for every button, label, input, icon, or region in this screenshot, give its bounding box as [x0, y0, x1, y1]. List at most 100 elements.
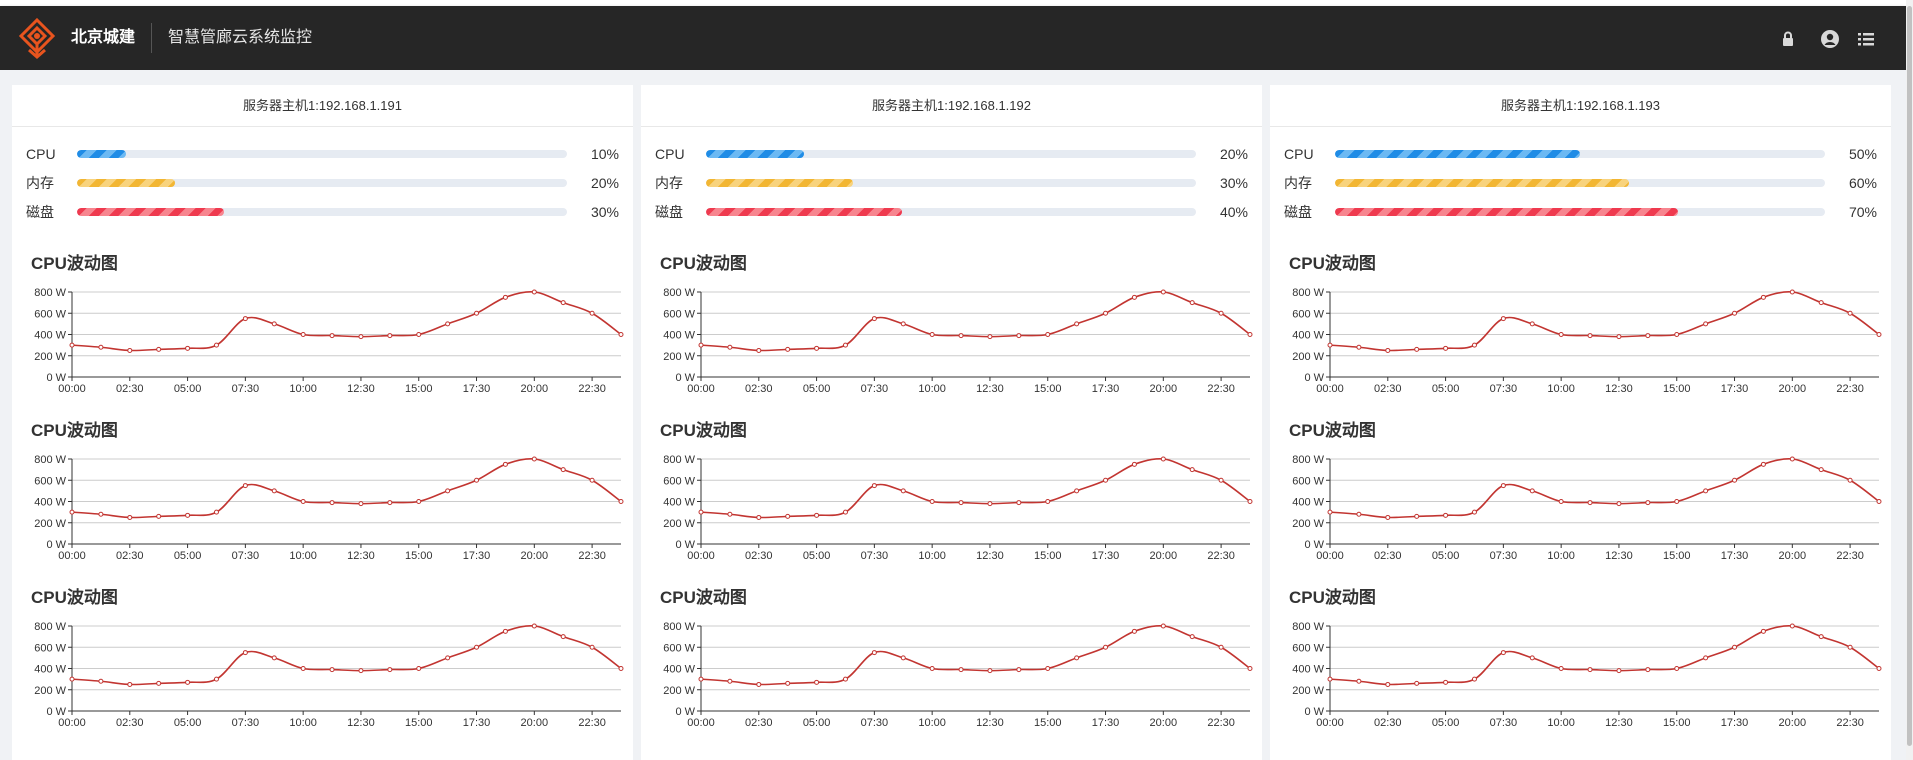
data-point[interactable]: [727, 344, 733, 350]
data-point[interactable]: [785, 513, 791, 519]
data-point[interactable]: [1247, 332, 1253, 337]
data-point[interactable]: [929, 666, 935, 671]
data-point[interactable]: [1760, 628, 1766, 634]
data-point[interactable]: [1443, 345, 1449, 351]
data-point[interactable]: [1732, 310, 1738, 316]
data-point[interactable]: [1818, 467, 1824, 473]
data-point[interactable]: [1414, 680, 1420, 686]
data-point[interactable]: [1674, 666, 1680, 671]
data-point[interactable]: [1703, 321, 1709, 327]
data-point[interactable]: [156, 513, 162, 519]
data-point[interactable]: [1414, 346, 1420, 352]
data-point[interactable]: [387, 667, 393, 673]
data-point[interactable]: [698, 509, 704, 515]
data-point[interactable]: [213, 509, 219, 515]
data-point[interactable]: [1074, 321, 1080, 327]
data-point[interactable]: [1218, 477, 1224, 483]
data-point[interactable]: [1103, 310, 1109, 316]
data-point[interactable]: [1103, 644, 1109, 650]
data-point[interactable]: [987, 668, 993, 674]
data-point[interactable]: [618, 499, 624, 504]
data-point[interactable]: [1131, 461, 1137, 467]
data-point[interactable]: [1616, 501, 1622, 507]
data-point[interactable]: [1218, 310, 1224, 316]
data-point[interactable]: [127, 681, 133, 687]
data-point[interactable]: [1876, 332, 1882, 337]
data-point[interactable]: [1500, 316, 1506, 322]
data-point[interactable]: [242, 650, 248, 656]
user-icon[interactable]: [1820, 29, 1840, 49]
data-point[interactable]: [531, 456, 537, 462]
data-point[interactable]: [900, 655, 906, 661]
data-point[interactable]: [1074, 655, 1080, 661]
data-point[interactable]: [1847, 644, 1853, 650]
data-point[interactable]: [560, 300, 566, 306]
data-point[interactable]: [474, 477, 480, 483]
data-point[interactable]: [900, 321, 906, 327]
data-point[interactable]: [958, 500, 964, 506]
data-point[interactable]: [756, 347, 762, 353]
data-point[interactable]: [387, 333, 393, 339]
data-point[interactable]: [1789, 623, 1795, 629]
data-point[interactable]: [416, 332, 422, 337]
data-point[interactable]: [785, 346, 791, 352]
data-point[interactable]: [98, 511, 104, 517]
data-point[interactable]: [1045, 666, 1051, 671]
data-point[interactable]: [756, 681, 762, 687]
data-point[interactable]: [1443, 679, 1449, 685]
data-point[interactable]: [1587, 333, 1593, 339]
data-point[interactable]: [271, 488, 277, 494]
data-point[interactable]: [1414, 513, 1420, 519]
data-point[interactable]: [1074, 488, 1080, 494]
data-point[interactable]: [1045, 499, 1051, 504]
data-point[interactable]: [618, 332, 624, 337]
data-point[interactable]: [987, 334, 993, 340]
data-point[interactable]: [1818, 300, 1824, 306]
data-point[interactable]: [127, 514, 133, 520]
data-point[interactable]: [1529, 488, 1535, 494]
data-point[interactable]: [987, 501, 993, 507]
page-scrollbar[interactable]: [1906, 0, 1913, 760]
data-point[interactable]: [842, 509, 848, 515]
data-point[interactable]: [1732, 644, 1738, 650]
data-point[interactable]: [727, 511, 733, 517]
data-point[interactable]: [1131, 628, 1137, 634]
data-point[interactable]: [871, 483, 877, 489]
data-point[interactable]: [387, 500, 393, 506]
data-point[interactable]: [1189, 634, 1195, 640]
data-point[interactable]: [785, 680, 791, 686]
data-point[interactable]: [1558, 666, 1564, 671]
data-point[interactable]: [1189, 300, 1195, 306]
data-point[interactable]: [329, 500, 335, 506]
data-point[interactable]: [358, 501, 364, 507]
data-point[interactable]: [1703, 488, 1709, 494]
data-point[interactable]: [929, 499, 935, 504]
data-point[interactable]: [814, 679, 820, 685]
data-point[interactable]: [756, 514, 762, 520]
data-point[interactable]: [156, 680, 162, 686]
data-point[interactable]: [1674, 499, 1680, 504]
scrollbar-thumb[interactable]: [1907, 6, 1912, 746]
data-point[interactable]: [1847, 477, 1853, 483]
data-point[interactable]: [156, 346, 162, 352]
data-point[interactable]: [1016, 333, 1022, 339]
data-point[interactable]: [213, 676, 219, 682]
data-point[interactable]: [1327, 509, 1333, 515]
data-point[interactable]: [958, 333, 964, 339]
data-point[interactable]: [1016, 667, 1022, 673]
data-point[interactable]: [213, 342, 219, 348]
data-point[interactable]: [329, 333, 335, 339]
data-point[interactable]: [1327, 676, 1333, 682]
data-point[interactable]: [618, 666, 624, 671]
data-point[interactable]: [1558, 332, 1564, 337]
data-point[interactable]: [842, 676, 848, 682]
data-point[interactable]: [1385, 681, 1391, 687]
data-point[interactable]: [1645, 333, 1651, 339]
data-point[interactable]: [1471, 509, 1477, 515]
data-point[interactable]: [98, 678, 104, 684]
data-point[interactable]: [416, 499, 422, 504]
data-point[interactable]: [1587, 500, 1593, 506]
data-point[interactable]: [1500, 650, 1506, 656]
data-point[interactable]: [1500, 483, 1506, 489]
data-point[interactable]: [1471, 342, 1477, 348]
